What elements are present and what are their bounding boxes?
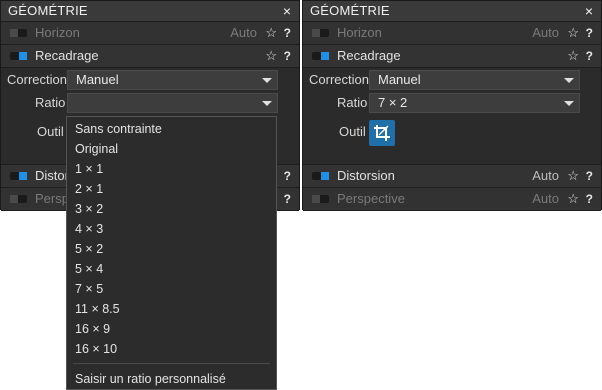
perspective-auto[interactable]: Auto (532, 188, 559, 210)
help-icon[interactable]: ? (284, 45, 291, 67)
ratio-option[interactable]: 5 × 4 (75, 262, 103, 276)
distorsion-toggle[interactable] (10, 172, 27, 180)
perspective-label: Perspective (337, 191, 405, 206)
recadrage-label: Recadrage (35, 48, 99, 63)
ratio-dropdown: Sans contrainte Original 1 × 1 2 × 1 3 ×… (66, 116, 277, 390)
star-icon[interactable]: ☆ (265, 45, 277, 67)
help-icon[interactable]: ? (586, 45, 593, 67)
ratio-label: Ratio (337, 95, 368, 110)
help-icon[interactable]: ? (284, 22, 291, 44)
row-horizon[interactable]: Horizon Auto ☆ ? (1, 22, 299, 45)
recadrage-label: Recadrage (337, 48, 401, 63)
correction-value: Manuel (76, 72, 119, 87)
row-recadrage[interactable]: Recadrage ☆ ? (1, 45, 299, 68)
close-icon[interactable]: × (283, 1, 291, 21)
recadrage-toggle[interactable] (312, 52, 329, 60)
horizon-toggle[interactable] (312, 29, 329, 37)
ratio-option[interactable]: Original (75, 142, 118, 156)
ratio-option[interactable]: 1 × 1 (75, 162, 103, 176)
ratio-option[interactable]: 11 × 8.5 (75, 302, 120, 316)
ratio-option[interactable]: 7 × 5 (75, 282, 103, 296)
distorsion-toggle[interactable] (312, 172, 329, 180)
geometrie-panel-right: GÉOMÉTRIE × Horizon Auto ☆ ? Recadrage ☆… (302, 0, 602, 211)
row-distorsion[interactable]: Distorsion Auto ☆ ? (303, 165, 601, 188)
panel-titlebar: GÉOMÉTRIE × (1, 1, 299, 22)
chevron-down-icon (262, 78, 272, 83)
recadrage-settings: Correction Manuel Ratio 7 × 2 Outil (303, 68, 601, 165)
chevron-down-icon (564, 78, 574, 83)
outil-label: Outil (37, 124, 64, 139)
help-icon[interactable]: ? (284, 188, 291, 210)
correction-label: Correction (7, 72, 67, 87)
ratio-value: 7 × 2 (378, 95, 408, 110)
ratio-option[interactable]: 16 × 9 (75, 322, 110, 336)
row-recadrage[interactable]: Recadrage ☆ ? (303, 45, 601, 68)
star-icon[interactable]: ☆ (567, 45, 579, 67)
ratio-label: Ratio (35, 95, 66, 110)
horizon-auto[interactable]: Auto (532, 22, 559, 44)
chevron-down-icon (262, 101, 272, 106)
star-icon[interactable]: ☆ (567, 165, 579, 187)
ratio-option[interactable]: Sans contrainte (75, 122, 162, 136)
crop-tool-button[interactable] (369, 120, 395, 146)
help-icon[interactable]: ? (586, 22, 593, 44)
help-icon[interactable]: ? (586, 165, 593, 187)
distorsion-label: Distorsion (337, 168, 395, 183)
star-icon[interactable]: ☆ (265, 22, 277, 44)
panel-title: GÉOMÉTRIE (8, 3, 88, 18)
ratio-select[interactable]: 7 × 2 (369, 93, 580, 113)
ratio-option[interactable]: 3 × 2 (75, 202, 103, 216)
horizon-label: Horizon (35, 25, 80, 40)
row-perspective[interactable]: Perspective Auto ☆ ? (303, 188, 601, 211)
horizon-label: Horizon (337, 25, 382, 40)
row-horizon[interactable]: Horizon Auto ☆ ? (303, 22, 601, 45)
correction-label: Correction (309, 72, 369, 87)
custom-ratio-option[interactable]: Saisir un ratio personnalisé (75, 372, 226, 386)
horizon-toggle[interactable] (10, 29, 27, 37)
close-icon[interactable]: × (585, 1, 593, 21)
help-icon[interactable]: ? (284, 165, 291, 187)
correction-select[interactable]: Manuel (369, 70, 580, 90)
panel-titlebar: GÉOMÉTRIE × (303, 1, 601, 22)
recadrage-toggle[interactable] (10, 52, 27, 60)
ratio-option[interactable]: 4 × 3 (75, 222, 103, 236)
correction-select[interactable]: Manuel (67, 70, 278, 90)
ratio-option[interactable]: 2 × 1 (75, 182, 103, 196)
star-icon[interactable]: ☆ (567, 188, 579, 210)
dropdown-separator (73, 363, 270, 364)
ratio-option[interactable]: 16 × 10 (75, 342, 117, 356)
star-icon[interactable]: ☆ (567, 22, 579, 44)
help-icon[interactable]: ? (586, 188, 593, 210)
perspective-toggle[interactable] (312, 195, 329, 203)
panel-title: GÉOMÉTRIE (310, 3, 390, 18)
ratio-select[interactable] (67, 93, 278, 113)
distorsion-auto[interactable]: Auto (532, 165, 559, 187)
perspective-toggle[interactable] (10, 195, 27, 203)
crop-icon (374, 125, 390, 141)
chevron-down-icon (564, 101, 574, 106)
horizon-auto[interactable]: Auto (230, 22, 257, 44)
correction-value: Manuel (378, 72, 421, 87)
outil-label: Outil (339, 124, 366, 139)
ratio-option[interactable]: 5 × 2 (75, 242, 103, 256)
